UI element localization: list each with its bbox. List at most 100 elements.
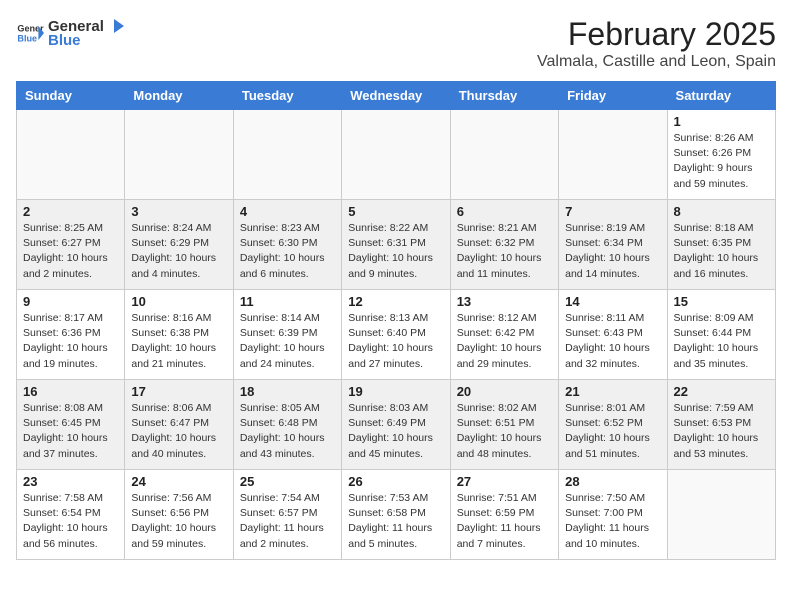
- day-info: Sunrise: 7:51 AM Sunset: 6:59 PM Dayligh…: [457, 491, 552, 552]
- weekday-header-wednesday: Wednesday: [342, 82, 450, 110]
- day-info: Sunrise: 8:06 AM Sunset: 6:47 PM Dayligh…: [131, 401, 226, 462]
- day-info: Sunrise: 8:26 AM Sunset: 6:26 PM Dayligh…: [674, 131, 769, 192]
- day-number: 16: [23, 384, 118, 399]
- day-info: Sunrise: 8:11 AM Sunset: 6:43 PM Dayligh…: [565, 311, 660, 372]
- week-row-4: 23 Sunrise: 7:58 AM Sunset: 6:54 PM Dayli…: [17, 470, 776, 560]
- day-number: 27: [457, 474, 552, 489]
- day-number: 15: [674, 294, 769, 309]
- day-number: 7: [565, 204, 660, 219]
- weekday-header-monday: Monday: [125, 82, 233, 110]
- day-number: 5: [348, 204, 443, 219]
- day-number: 22: [674, 384, 769, 399]
- day-info: Sunrise: 7:54 AM Sunset: 6:57 PM Dayligh…: [240, 491, 335, 552]
- logo-icon: General Blue: [16, 19, 44, 47]
- weekday-header-friday: Friday: [559, 82, 667, 110]
- calendar-cell: 5 Sunrise: 8:22 AM Sunset: 6:31 PM Daylig…: [342, 200, 450, 290]
- calendar-cell: 8 Sunrise: 8:18 AM Sunset: 6:35 PM Daylig…: [667, 200, 775, 290]
- calendar-cell: [342, 110, 450, 200]
- calendar-cell: [17, 110, 125, 200]
- calendar-cell: 19 Sunrise: 8:03 AM Sunset: 6:49 PM Dayli…: [342, 380, 450, 470]
- week-row-3: 16 Sunrise: 8:08 AM Sunset: 6:45 PM Dayli…: [17, 380, 776, 470]
- day-number: 4: [240, 204, 335, 219]
- day-info: Sunrise: 8:25 AM Sunset: 6:27 PM Dayligh…: [23, 221, 118, 282]
- day-info: Sunrise: 7:58 AM Sunset: 6:54 PM Dayligh…: [23, 491, 118, 552]
- calendar-cell: 11 Sunrise: 8:14 AM Sunset: 6:39 PM Dayli…: [233, 290, 341, 380]
- weekday-header-thursday: Thursday: [450, 82, 558, 110]
- weekday-header-saturday: Saturday: [667, 82, 775, 110]
- calendar-cell: [233, 110, 341, 200]
- calendar-cell: 3 Sunrise: 8:24 AM Sunset: 6:29 PM Daylig…: [125, 200, 233, 290]
- day-number: 26: [348, 474, 443, 489]
- day-info: Sunrise: 8:08 AM Sunset: 6:45 PM Dayligh…: [23, 401, 118, 462]
- day-number: 23: [23, 474, 118, 489]
- day-number: 14: [565, 294, 660, 309]
- week-row-2: 9 Sunrise: 8:17 AM Sunset: 6:36 PM Daylig…: [17, 290, 776, 380]
- day-number: 24: [131, 474, 226, 489]
- day-number: 1: [674, 114, 769, 129]
- calendar-cell: 25Sunrise: 7:54 AM Sunset: 6:57 PM Dayli…: [233, 470, 341, 560]
- calendar-cell: 1 Sunrise: 8:26 AM Sunset: 6:26 PM Daylig…: [667, 110, 775, 200]
- calendar-table: SundayMondayTuesdayWednesdayThursdayFrid…: [16, 81, 776, 560]
- month-title: February 2025: [537, 16, 776, 53]
- day-number: 6: [457, 204, 552, 219]
- day-info: Sunrise: 8:14 AM Sunset: 6:39 PM Dayligh…: [240, 311, 335, 372]
- calendar-cell: 7Sunrise: 8:19 AM Sunset: 6:34 PM Daylig…: [559, 200, 667, 290]
- day-info: Sunrise: 7:56 AM Sunset: 6:56 PM Dayligh…: [131, 491, 226, 552]
- weekday-header-tuesday: Tuesday: [233, 82, 341, 110]
- week-row-1: 2 Sunrise: 8:25 AM Sunset: 6:27 PM Daylig…: [17, 200, 776, 290]
- day-number: 11: [240, 294, 335, 309]
- calendar-cell: 23 Sunrise: 7:58 AM Sunset: 6:54 PM Dayli…: [17, 470, 125, 560]
- calendar-cell: 16 Sunrise: 8:08 AM Sunset: 6:45 PM Dayli…: [17, 380, 125, 470]
- day-info: Sunrise: 8:18 AM Sunset: 6:35 PM Dayligh…: [674, 221, 769, 282]
- day-number: 21: [565, 384, 660, 399]
- day-number: 19: [348, 384, 443, 399]
- calendar-cell: [450, 110, 558, 200]
- calendar-cell: 2 Sunrise: 8:25 AM Sunset: 6:27 PM Daylig…: [17, 200, 125, 290]
- day-number: 2: [23, 204, 118, 219]
- day-info: Sunrise: 8:01 AM Sunset: 6:52 PM Dayligh…: [565, 401, 660, 462]
- day-number: 28: [565, 474, 660, 489]
- calendar-cell: 27 Sunrise: 7:51 AM Sunset: 6:59 PM Dayli…: [450, 470, 558, 560]
- day-info: Sunrise: 7:50 AM Sunset: 7:00 PM Dayligh…: [565, 491, 660, 552]
- calendar-cell: 6 Sunrise: 8:21 AM Sunset: 6:32 PM Daylig…: [450, 200, 558, 290]
- calendar-cell: 26 Sunrise: 7:53 AM Sunset: 6:58 PM Dayli…: [342, 470, 450, 560]
- day-info: Sunrise: 8:21 AM Sunset: 6:32 PM Dayligh…: [457, 221, 552, 282]
- calendar-cell: 22 Sunrise: 7:59 AM Sunset: 6:53 PM Dayli…: [667, 380, 775, 470]
- calendar-cell: 28 Sunrise: 7:50 AM Sunset: 7:00 PM Dayli…: [559, 470, 667, 560]
- day-info: Sunrise: 8:24 AM Sunset: 6:29 PM Dayligh…: [131, 221, 226, 282]
- location-title: Valmala, Castille and Leon, Spain: [537, 53, 776, 71]
- day-info: Sunrise: 8:13 AM Sunset: 6:40 PM Dayligh…: [348, 311, 443, 372]
- day-info: Sunrise: 8:23 AM Sunset: 6:30 PM Dayligh…: [240, 221, 335, 282]
- day-number: 13: [457, 294, 552, 309]
- header: General Blue General Blue February 2025 …: [16, 16, 776, 71]
- calendar-cell: 4 Sunrise: 8:23 AM Sunset: 6:30 PM Daylig…: [233, 200, 341, 290]
- day-info: Sunrise: 8:16 AM Sunset: 6:38 PM Dayligh…: [131, 311, 226, 372]
- day-info: Sunrise: 8:03 AM Sunset: 6:49 PM Dayligh…: [348, 401, 443, 462]
- weekday-header-row: SundayMondayTuesdayWednesdayThursdayFrid…: [17, 82, 776, 110]
- day-number: 9: [23, 294, 118, 309]
- day-number: 17: [131, 384, 226, 399]
- logo-arrow-icon: [106, 16, 126, 36]
- day-info: Sunrise: 8:05 AM Sunset: 6:48 PM Dayligh…: [240, 401, 335, 462]
- day-info: Sunrise: 8:02 AM Sunset: 6:51 PM Dayligh…: [457, 401, 552, 462]
- day-info: Sunrise: 8:09 AM Sunset: 6:44 PM Dayligh…: [674, 311, 769, 372]
- calendar-cell: [667, 470, 775, 560]
- day-number: 3: [131, 204, 226, 219]
- day-number: 18: [240, 384, 335, 399]
- logo: General Blue General Blue: [16, 16, 126, 49]
- day-number: 8: [674, 204, 769, 219]
- day-info: Sunrise: 8:22 AM Sunset: 6:31 PM Dayligh…: [348, 221, 443, 282]
- calendar-cell: 10Sunrise: 8:16 AM Sunset: 6:38 PM Dayli…: [125, 290, 233, 380]
- week-row-0: 1 Sunrise: 8:26 AM Sunset: 6:26 PM Daylig…: [17, 110, 776, 200]
- calendar-cell: [125, 110, 233, 200]
- svg-text:Blue: Blue: [17, 33, 37, 43]
- day-info: Sunrise: 7:59 AM Sunset: 6:53 PM Dayligh…: [674, 401, 769, 462]
- day-info: Sunrise: 8:17 AM Sunset: 6:36 PM Dayligh…: [23, 311, 118, 372]
- calendar-cell: 15 Sunrise: 8:09 AM Sunset: 6:44 PM Dayli…: [667, 290, 775, 380]
- day-info: Sunrise: 7:53 AM Sunset: 6:58 PM Dayligh…: [348, 491, 443, 552]
- calendar-cell: 14 Sunrise: 8:11 AM Sunset: 6:43 PM Dayli…: [559, 290, 667, 380]
- title-area: February 2025 Valmala, Castille and Leon…: [537, 16, 776, 71]
- calendar-cell: 20Sunrise: 8:02 AM Sunset: 6:51 PM Dayli…: [450, 380, 558, 470]
- calendar-cell: [559, 110, 667, 200]
- day-info: Sunrise: 8:12 AM Sunset: 6:42 PM Dayligh…: [457, 311, 552, 372]
